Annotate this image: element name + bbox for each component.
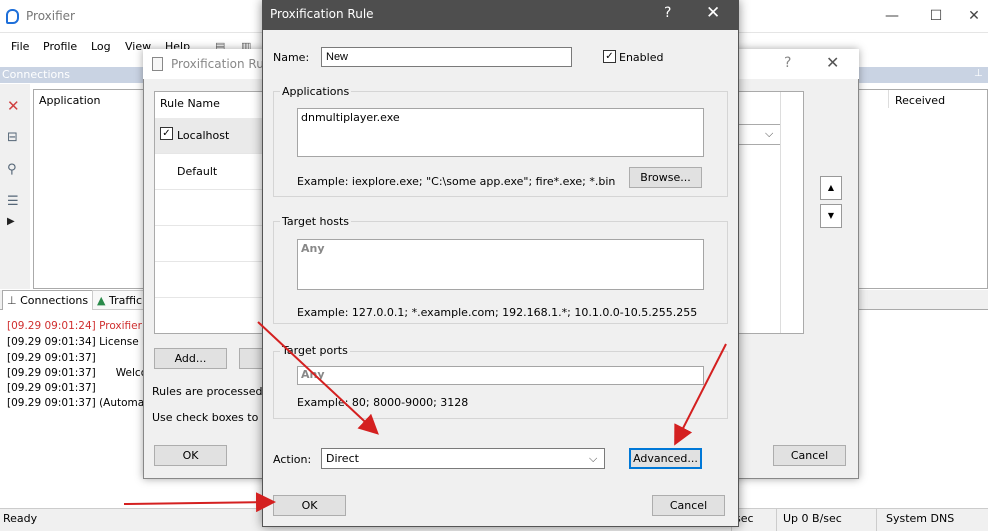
enabled-label[interactable]: Enabled <box>619 51 663 64</box>
advanced-button[interactable]: Advanced... <box>629 448 702 469</box>
rule-action-combo[interactable] <box>735 124 781 145</box>
cancel-button[interactable]: Cancel <box>652 495 725 516</box>
play-icon[interactable]: ▶ <box>7 216 15 227</box>
status-separator <box>876 509 877 531</box>
rule-localhost-checkbox[interactable]: ✓ <box>160 127 173 140</box>
rules-ok-button[interactable]: OK <box>154 445 227 466</box>
status-ready: Ready <box>3 512 38 525</box>
close-icon[interactable]: ✕ <box>706 3 720 23</box>
rule-name: Localhost <box>177 129 230 142</box>
log-line: [09.29 09:01:37] Welco <box>7 367 148 379</box>
list-icon[interactable]: ☰ <box>7 194 19 209</box>
menu-file[interactable]: File <box>11 40 29 53</box>
column-separator <box>780 92 781 333</box>
action-select[interactable]: Direct <box>321 448 605 469</box>
browse-button[interactable]: Browse... <box>629 167 702 188</box>
applications-label: Applications <box>280 85 352 98</box>
tab-traffic-label: Traffic <box>108 294 143 307</box>
connections-label: Connections <box>2 68 70 81</box>
target-hosts-example: Example: 127.0.0.1; *.example.com; 192.1… <box>297 306 698 319</box>
help-icon[interactable]: ? <box>664 5 671 21</box>
user-search-icon[interactable]: ⚲ <box>7 162 17 177</box>
target-ports-input[interactable]: Any <box>297 366 704 385</box>
close-connection-icon[interactable]: ✕ <box>7 97 20 115</box>
document-icon <box>152 57 163 71</box>
help-icon[interactable]: ? <box>784 55 791 71</box>
target-hosts-input[interactable]: Any <box>297 239 704 290</box>
pin-icon[interactable]: ⊥ <box>974 68 983 79</box>
target-ports-label: Target ports <box>280 344 350 357</box>
connections-tab-icon: ⊥ <box>7 294 21 307</box>
column-application[interactable]: Application <box>39 94 100 107</box>
app-title: Proxifier <box>26 9 75 23</box>
rules-dialog-title: Proxification Rule <box>171 57 275 71</box>
rules-note: Use check boxes to en <box>152 411 276 424</box>
action-label: Action: <box>273 453 312 466</box>
traffic-chart-icon: ▲ <box>97 294 109 307</box>
tab-connections[interactable]: ⊥ Connections <box>2 290 94 310</box>
column-received[interactable]: Received <box>895 94 945 107</box>
log-line: [09.29 09:01:37] <box>7 382 96 394</box>
status-dns: System DNS <box>886 512 955 525</box>
rule-dialog-title: Proxification Rule <box>270 7 374 21</box>
log-line: [09.29 09:01:24] Proxifier c <box>7 320 152 332</box>
rules-note: Rules are processed fr <box>152 385 275 398</box>
tab-traffic[interactable]: ▲ Traffic <box>92 290 148 310</box>
menu-log[interactable]: Log <box>91 40 111 53</box>
add-rule-button[interactable]: Add... <box>154 348 227 369</box>
rule-row-empty <box>155 262 267 298</box>
rule-row-empty <box>155 190 267 226</box>
target-hosts-label: Target hosts <box>280 215 352 228</box>
proxifier-logo-icon <box>6 9 19 24</box>
ok-button[interactable]: OK <box>273 495 346 516</box>
rules-cancel-button[interactable]: Cancel <box>773 445 846 466</box>
close-icon[interactable]: ✕ <box>964 8 984 24</box>
name-input[interactable] <box>321 47 572 67</box>
status-separator <box>776 509 777 531</box>
chevron-down-icon: ⌵ <box>765 127 774 140</box>
column-rule-name[interactable]: Rule Name <box>160 97 220 110</box>
column-separator <box>888 90 889 108</box>
close-icon[interactable]: ✕ <box>826 53 839 72</box>
applications-input[interactable]: dnmultiplayer.exe <box>297 108 704 157</box>
disconnect-icon[interactable]: ⊟ <box>7 130 18 145</box>
move-down-button[interactable]: ▼ <box>820 204 842 228</box>
target-ports-example: Example: 80; 8000-9000; 3128 <box>297 396 469 409</box>
menu-profile[interactable]: Profile <box>43 40 77 53</box>
tab-connections-label: Connections <box>20 294 89 307</box>
log-line: [09.29 09:01:37] <box>7 352 96 364</box>
name-label: Name: <box>273 51 310 64</box>
enabled-checkbox[interactable]: ✓ <box>603 50 616 63</box>
chevron-down-icon: ⌵ <box>589 452 598 465</box>
status-speed: Up 0 B/sec <box>783 512 842 525</box>
log-line: [09.29 09:01:37] (Automat <box>7 397 149 409</box>
maximize-icon[interactable]: ☐ <box>926 8 946 24</box>
log-line: [09.29 09:01:34] License in <box>7 336 152 348</box>
minimize-icon[interactable]: — <box>882 8 902 24</box>
applications-example: Example: iexplore.exe; "C:\some app.exe"… <box>297 175 616 188</box>
rule-row-empty <box>155 226 267 262</box>
rule-name: Default <box>177 165 218 178</box>
move-up-button[interactable]: ▲ <box>820 176 842 200</box>
